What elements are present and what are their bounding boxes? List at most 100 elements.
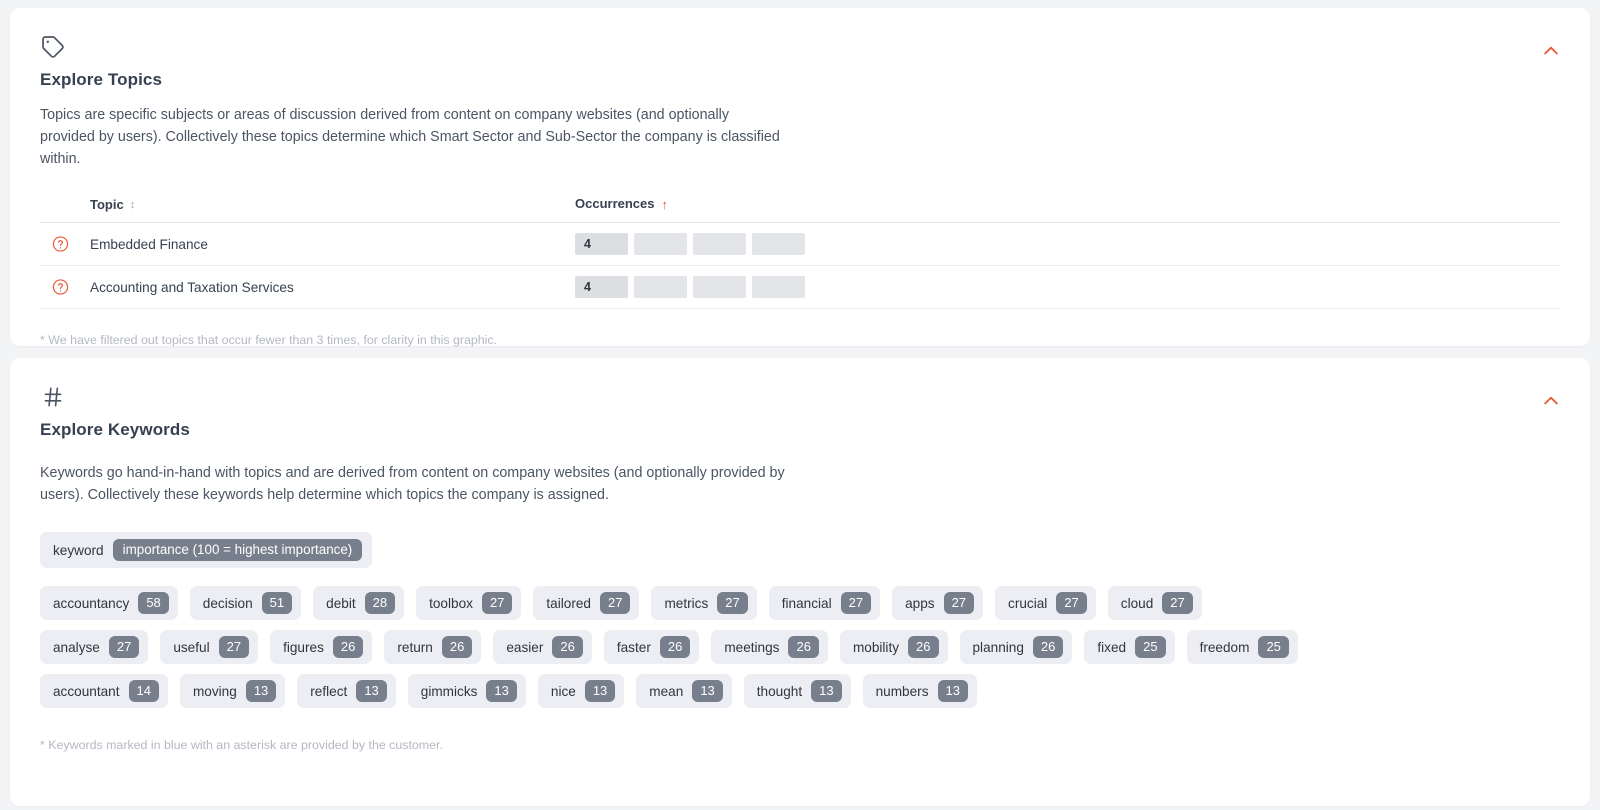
keywords-legend: keyword importance (100 = highest import…	[40, 532, 373, 569]
explore-keywords-card: Explore Keywords Keywords go hand-in-han…	[10, 358, 1590, 806]
keyword-chip[interactable]: gimmicks 13	[407, 674, 526, 709]
sort-ascending-icon[interactable]: ↑	[662, 197, 669, 212]
explore-topics-card: Explore Topics Topics are specific subje…	[10, 8, 1590, 347]
keyword-label: numbers	[875, 683, 929, 699]
keyword-row: analyse 27 useful 27 figures 26 return 2…	[40, 630, 1560, 665]
keyword-label: moving	[192, 683, 237, 699]
keyword-chip[interactable]: toolbox 27	[416, 586, 522, 621]
occurrence-segment-filled: 4	[575, 276, 628, 298]
keyword-score: 13	[692, 680, 723, 703]
page-title: Explore Topics	[40, 70, 163, 89]
topics-header-row: Topic ↕ Occurrences ↑	[40, 196, 1560, 223]
keyword-chip[interactable]: tailored 27	[533, 586, 640, 621]
keyword-score: 13	[356, 680, 387, 703]
keyword-chip-rows: accountancy 58 decision 51 debit 28 tool…	[40, 586, 1560, 709]
keyword-chip[interactable]: useful 27	[160, 630, 259, 665]
keyword-score: 27	[481, 592, 513, 615]
keyword-chip[interactable]: crucial 27	[995, 586, 1096, 621]
keyword-label: metrics	[664, 595, 709, 611]
keyword-chip[interactable]: financial 27	[768, 586, 881, 621]
keyword-label: apps	[905, 595, 935, 611]
tag-icon	[42, 36, 64, 58]
column-header-occurrences-label: Occurrences	[575, 196, 655, 211]
keyword-score: 27	[840, 592, 872, 615]
keyword-score: 13	[486, 680, 517, 703]
keyword-score: 13	[937, 680, 968, 703]
occurrences-cell: 4	[575, 266, 1560, 309]
keyword-label: nice	[550, 683, 576, 699]
occurrence-segment-empty	[693, 276, 746, 298]
keyword-label: accountancy	[53, 595, 130, 611]
keyword-row: accountant 14 moving 13 reflect 13 gimmi…	[40, 674, 1560, 709]
keyword-label: useful	[173, 639, 210, 655]
keyword-chip[interactable]: metrics 27	[651, 586, 757, 621]
topics-collapse-button[interactable]	[1538, 38, 1564, 64]
keyword-label: crucial	[1008, 595, 1048, 611]
keyword-chip[interactable]: mobility 26	[839, 630, 948, 665]
keyword-chip[interactable]: apps 27	[892, 586, 984, 621]
keywords-collapse-button[interactable]	[1538, 388, 1564, 414]
keyword-score: 28	[364, 592, 396, 615]
keyword-chip[interactable]: fixed 25	[1084, 630, 1175, 665]
keyword-score: 27	[717, 592, 748, 615]
keyword-score: 13	[584, 680, 616, 703]
column-header-occurrences[interactable]: Occurrences ↑	[575, 196, 1560, 223]
topic-name: Accounting and Taxation Services	[90, 279, 294, 295]
page-root: Explore Topics Topics are specific subje…	[0, 0, 1600, 810]
keyword-label: accountant	[53, 683, 120, 699]
keyword-score: 27	[600, 592, 631, 615]
keyword-chip[interactable]: decision 51	[189, 586, 302, 621]
table-row[interactable]: Accounting and Taxation Services 4	[40, 266, 1560, 309]
keyword-score: 27	[218, 636, 250, 659]
occurrence-bar-group: 4	[575, 276, 1560, 298]
keyword-score: 26	[659, 636, 691, 659]
keyword-label: decision	[202, 595, 253, 611]
keywords-title: Explore Keywords	[40, 420, 190, 439]
keyword-chip[interactable]: mean 13	[636, 674, 732, 709]
keyword-chip[interactable]: nice 13	[537, 674, 625, 709]
keyword-chip[interactable]: numbers 13	[862, 674, 977, 709]
keyword-chip[interactable]: meetings 26	[711, 630, 828, 665]
sort-toggle-icon[interactable]: ↕	[130, 199, 136, 211]
keyword-chip[interactable]: reflect 13	[297, 674, 396, 709]
table-row[interactable]: Embedded Finance 4	[40, 223, 1560, 266]
keywords-description: Keywords go hand-in-hand with topics and…	[40, 465, 785, 503]
keyword-label: mean	[649, 683, 684, 699]
keyword-chip[interactable]: moving 13	[179, 674, 286, 709]
keyword-label: debit	[326, 595, 356, 611]
topics-footnote: * We have filtered out topics that occur…	[40, 333, 498, 347]
topic-name: Embedded Finance	[90, 236, 208, 252]
keyword-chip[interactable]: easier 26	[493, 630, 592, 665]
keyword-chip[interactable]: faster 26	[603, 630, 700, 665]
hash-icon	[44, 387, 62, 407]
keyword-chip[interactable]: accountancy 58	[40, 586, 178, 621]
keyword-score: 27	[108, 636, 140, 659]
keyword-label: mobility	[852, 639, 900, 655]
keyword-score: 27	[1162, 592, 1193, 615]
keyword-chip[interactable]: cloud 27	[1107, 586, 1202, 621]
keywords-footnote: * Keywords marked in blue with an asteri…	[40, 738, 443, 753]
keyword-chip[interactable]: freedom 25	[1186, 630, 1298, 665]
keyword-chip[interactable]: figures 26	[270, 630, 373, 665]
help-circle-icon[interactable]	[52, 279, 69, 296]
keyword-score: 26	[1032, 636, 1064, 659]
keyword-label: easier	[506, 639, 544, 655]
keyword-chip[interactable]: return 26	[384, 630, 482, 665]
keyword-chip[interactable]: analyse 27	[40, 630, 149, 665]
keyword-label: financial	[781, 595, 832, 611]
keyword-chip[interactable]: planning 26	[959, 630, 1073, 665]
occurrence-segment-empty	[752, 233, 805, 255]
keyword-chip[interactable]: thought 13	[743, 674, 851, 709]
keyword-label: thought	[756, 683, 803, 699]
keyword-chip[interactable]: debit 28	[313, 586, 405, 621]
topic-cell: Embedded Finance	[40, 223, 575, 266]
help-circle-icon[interactable]	[52, 236, 69, 253]
occurrence-segment-empty	[752, 276, 805, 298]
keyword-score: 58	[138, 592, 169, 615]
keyword-label: tailored	[546, 595, 591, 611]
column-header-topic[interactable]: Topic ↕	[40, 196, 575, 223]
keyword-chip[interactable]: accountant 14	[40, 674, 168, 709]
occurrence-segment-empty	[634, 233, 687, 255]
keyword-score: 26	[788, 636, 819, 659]
legend-keyword-label: keyword	[53, 542, 104, 558]
